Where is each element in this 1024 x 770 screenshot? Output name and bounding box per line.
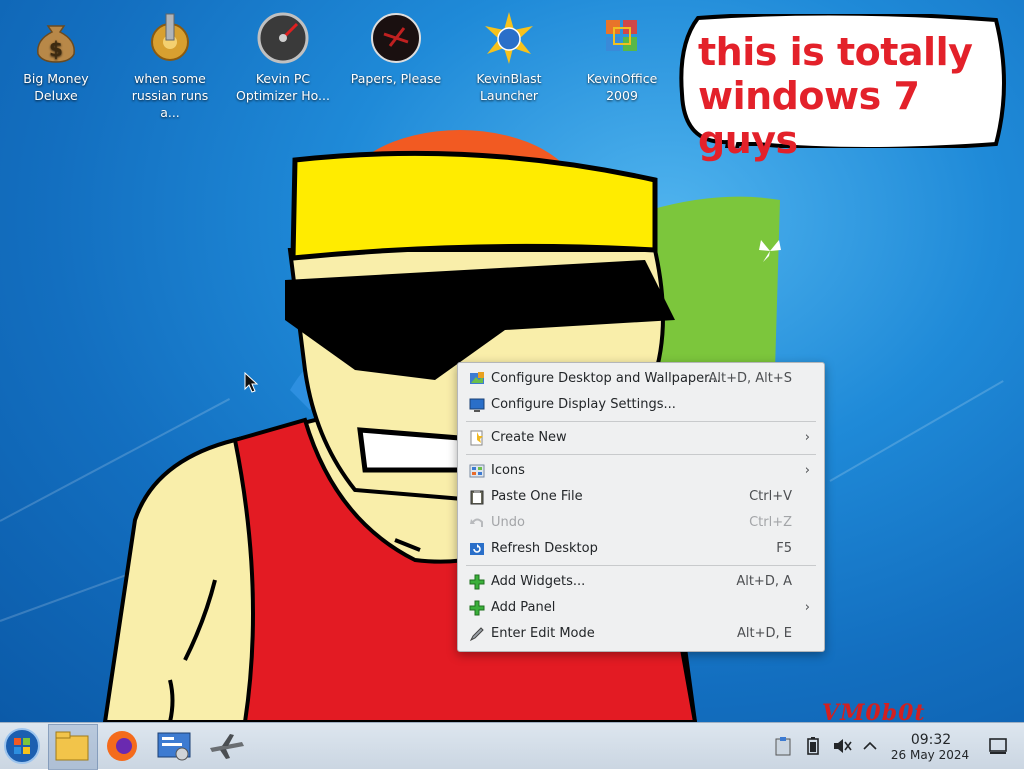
desktop-icon-kevinoffice[interactable]: KevinOffice 2009 bbox=[572, 10, 672, 104]
menu-item-configure-display[interactable]: Configure Display Settings... bbox=[458, 392, 824, 418]
desktop-icon-russian[interactable]: when some russian runs a... bbox=[120, 10, 220, 121]
add-icon bbox=[469, 574, 485, 590]
watermark-text: VM0b0t bbox=[822, 700, 926, 722]
icons-grid-icon bbox=[469, 464, 485, 478]
menu-item-create-new[interactable]: Create New › bbox=[458, 425, 824, 451]
speedometer-icon bbox=[257, 12, 309, 64]
papers-please-icon bbox=[371, 13, 421, 63]
wallpaper-streak bbox=[829, 380, 1004, 482]
desktop-icon-papers-please[interactable]: Papers, Please bbox=[346, 10, 446, 87]
menu-item-icons[interactable]: Icons › bbox=[458, 458, 824, 484]
submenu-arrow-icon: › bbox=[804, 463, 810, 478]
system-settings-icon[interactable] bbox=[152, 726, 196, 766]
new-file-icon bbox=[470, 430, 483, 446]
desktop-icon-label: Kevin PC Optimizer Ho... bbox=[236, 71, 330, 103]
refresh-icon bbox=[470, 543, 484, 555]
edit-mode-icon bbox=[469, 627, 484, 642]
menu-item-undo[interactable]: Undo Ctrl+Z bbox=[458, 510, 824, 536]
menu-item-refresh[interactable]: Refresh Desktop F5 bbox=[458, 536, 824, 562]
menu-separator bbox=[466, 421, 816, 422]
display-icon bbox=[469, 398, 485, 412]
submenu-arrow-icon: › bbox=[804, 430, 810, 445]
menu-item-add-widgets[interactable]: Add Widgets... Alt+D, A bbox=[458, 569, 824, 595]
volume-muted-icon[interactable] bbox=[832, 736, 852, 756]
show-desktop-icon[interactable] bbox=[988, 736, 1008, 756]
start-orb-icon[interactable] bbox=[0, 726, 44, 766]
desktop-context-menu: Configure Desktop and Wallpaper... Alt+D… bbox=[457, 362, 825, 652]
mouse-cursor-icon bbox=[244, 372, 259, 393]
desktop-icon-kevinblast[interactable]: KevinBlast Launcher bbox=[459, 10, 559, 104]
clock-date[interactable]: 26 May 2024 bbox=[880, 748, 980, 762]
desktop-icon-big-money[interactable]: $ Big Money Deluxe bbox=[6, 10, 106, 104]
taskbar bbox=[0, 722, 1024, 770]
firefox-icon[interactable] bbox=[100, 726, 144, 766]
menu-item-add-panel[interactable]: Add Panel › bbox=[458, 595, 824, 621]
desktop-icon-label: KevinOffice 2009 bbox=[586, 71, 658, 103]
office-logo-icon bbox=[606, 20, 637, 51]
battery-icon[interactable] bbox=[804, 736, 822, 756]
menu-item-edit-mode[interactable]: Enter Edit Mode Alt+D, E bbox=[458, 621, 824, 647]
configure-desktop-icon bbox=[470, 372, 484, 384]
tray-expand-icon[interactable] bbox=[862, 738, 878, 754]
speech-bubble-text: this is totally windows 7 guys bbox=[698, 30, 973, 162]
menu-item-paste[interactable]: Paste One File Ctrl+V bbox=[458, 484, 824, 510]
clock-time[interactable]: 09:32 bbox=[896, 732, 966, 748]
starburst-globe-icon bbox=[485, 12, 533, 64]
desktop-icon-label: Big Money Deluxe bbox=[23, 71, 89, 103]
clipboard-icon[interactable] bbox=[774, 736, 792, 756]
menu-separator bbox=[466, 565, 816, 566]
submenu-arrow-icon: › bbox=[804, 600, 810, 615]
menu-separator bbox=[466, 454, 816, 455]
butterfly-icon bbox=[759, 240, 781, 262]
desktop-icon-label: when some russian runs a... bbox=[131, 71, 209, 120]
money-bag-icon: $ bbox=[37, 25, 75, 63]
paste-icon bbox=[470, 490, 484, 505]
desktop-icon-label: KevinBlast Launcher bbox=[476, 71, 542, 103]
desktop-icon-label: Papers, Please bbox=[350, 71, 442, 86]
file-manager-icon[interactable] bbox=[50, 726, 94, 766]
desktop-icon-kevin-pc-optimizer[interactable]: Kevin PC Optimizer Ho... bbox=[233, 10, 333, 104]
undo-icon bbox=[470, 518, 483, 527]
airplane-app-icon[interactable] bbox=[204, 726, 248, 766]
gear-icon bbox=[151, 13, 189, 61]
add-icon bbox=[469, 600, 485, 616]
menu-item-configure-desktop[interactable]: Configure Desktop and Wallpaper... Alt+D… bbox=[458, 366, 824, 392]
svg-text:$: $ bbox=[49, 37, 63, 61]
